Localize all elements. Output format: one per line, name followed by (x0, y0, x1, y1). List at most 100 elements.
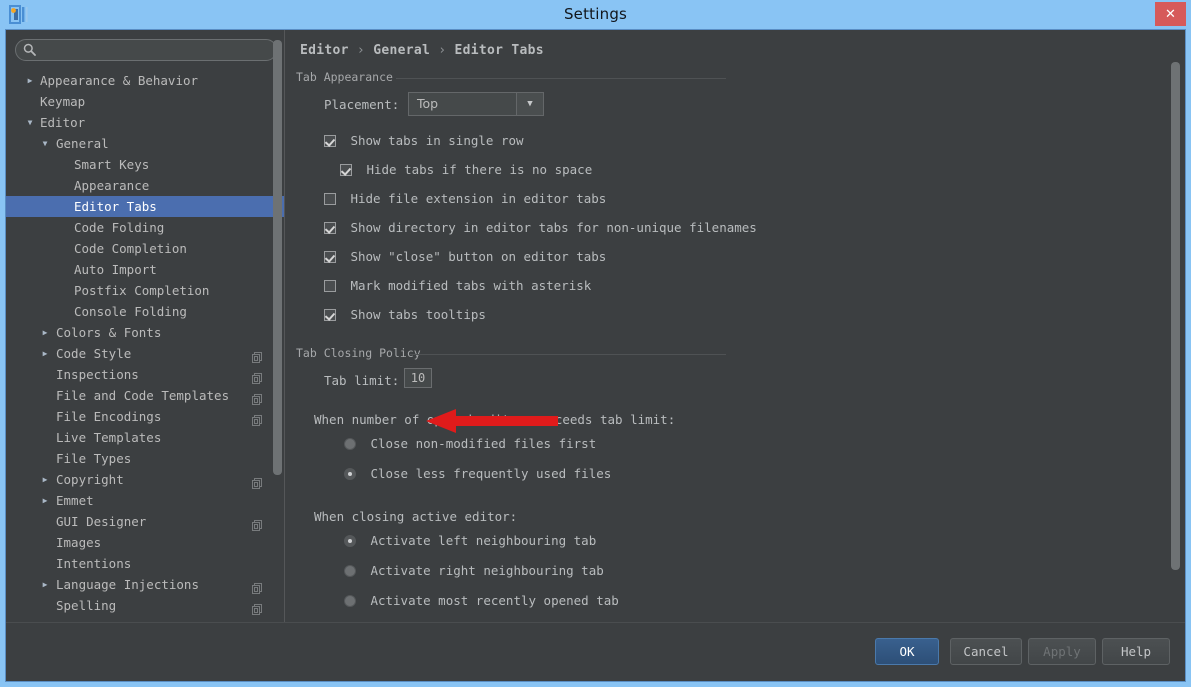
checkbox-icon[interactable] (324, 222, 336, 234)
settings-sidebar: ▶ Appearance & Behavior Keymap ▼ Editor ▼ Gene… (6, 30, 285, 622)
sidebar-item-general[interactable]: ▼ General (6, 133, 284, 154)
tree-twisty-icon[interactable]: ▶ (39, 574, 51, 595)
checkbox-label: Hide tabs if there is no space (366, 162, 593, 177)
breadcrumb: Editor › General › Editor Tabs (300, 43, 544, 58)
project-scope-icon (252, 411, 262, 426)
checkbox-row[interactable]: Show tabs in single row (324, 133, 524, 148)
checkbox-icon[interactable] (324, 280, 336, 292)
tree-twisty-icon[interactable]: ▶ (24, 70, 36, 91)
radio-row[interactable]: Activate most recently opened tab (344, 593, 619, 608)
sidebar-item-keymap[interactable]: Keymap (6, 91, 284, 112)
radio-row[interactable]: Close less frequently used files (344, 466, 611, 481)
tree-twisty-icon[interactable]: ▼ (39, 133, 51, 154)
sidebar-item-intentions[interactable]: Intentions (6, 553, 284, 574)
sidebar-item-appearance[interactable]: Appearance (6, 175, 284, 196)
sidebar-item-editor[interactable]: ▼ Editor (6, 112, 284, 133)
checkbox-row[interactable]: Hide tabs if there is no space (340, 162, 592, 177)
settings-tree[interactable]: ▶ Appearance & Behavior Keymap ▼ Editor ▼ Gene… (6, 70, 284, 622)
radio-row[interactable]: Activate right neighbouring tab (344, 563, 604, 578)
sidebar-item-label: Auto Import (74, 262, 157, 277)
search-icon (23, 43, 36, 56)
sidebar-item-appearance-behavior[interactable]: ▶ Appearance & Behavior (6, 70, 284, 91)
tree-twisty-icon[interactable]: ▶ (39, 469, 51, 490)
sidebar-item-smart-keys[interactable]: Smart Keys (6, 154, 284, 175)
sidebar-item-label: General (56, 136, 109, 151)
checkbox-row[interactable]: Show directory in editor tabs for non-un… (324, 220, 757, 235)
tree-twisty-icon[interactable]: ▶ (39, 322, 51, 343)
sidebar-item-code-style[interactable]: ▶ Code Style (6, 343, 284, 364)
sidebar-item-label: Emmet (56, 493, 94, 508)
checkbox-icon[interactable] (324, 193, 336, 205)
sidebar-item-label: GUI Designer (56, 514, 147, 529)
radio-row[interactable]: Close non-modified files first (344, 436, 596, 451)
cancel-button[interactable]: Cancel (950, 638, 1022, 665)
checkbox-row[interactable]: Hide file extension in editor tabs (324, 191, 606, 206)
sidebar-item-postfix-completion[interactable]: Postfix Completion (6, 280, 284, 301)
sidebar-item-inspections[interactable]: Inspections (6, 364, 284, 385)
red-left-arrow (426, 408, 558, 434)
tab-limit-input[interactable]: 10 (404, 368, 432, 388)
ok-button[interactable]: OK (875, 638, 939, 665)
tab-appearance-group: Tab Appearance Placement: Top ▼ Show tab… (296, 70, 757, 330)
breadcrumb-part-editor[interactable]: Editor (300, 43, 349, 58)
tree-twisty-icon[interactable]: ▼ (24, 112, 36, 133)
sidebar-item-code-folding[interactable]: Code Folding (6, 217, 284, 238)
radio-label: Activate most recently opened tab (370, 593, 619, 608)
detail-scrollbar-thumb[interactable] (1171, 62, 1180, 570)
sidebar-item-editor-tabs[interactable]: Editor Tabs (6, 196, 284, 217)
tree-twisty-icon[interactable]: ▶ (39, 490, 51, 511)
checkbox-label: Show directory in editor tabs for non-un… (350, 220, 757, 235)
radio-label: Close non-modified files first (370, 436, 597, 451)
checkbox-row[interactable]: Mark modified tabs with asterisk (324, 278, 591, 293)
sidebar-item-file-types[interactable]: File Types (6, 448, 284, 469)
checkbox-icon[interactable] (324, 251, 336, 263)
sidebar-item-file-and-code-templates[interactable]: File and Code Templates (6, 385, 284, 406)
chevron-down-icon[interactable]: ▼ (516, 93, 543, 115)
help-button[interactable]: Help (1102, 638, 1170, 665)
search-field-wrapper (15, 39, 277, 61)
sidebar-item-code-completion[interactable]: Code Completion (6, 238, 284, 259)
radio-icon[interactable] (344, 595, 356, 607)
search-input[interactable] (41, 40, 273, 60)
radio-row[interactable]: Activate left neighbouring tab (344, 533, 596, 548)
sidebar-item-label: Appearance & Behavior (40, 73, 199, 88)
sidebar-item-spelling[interactable]: Spelling (6, 595, 284, 616)
sidebar-item-label: Code Folding (74, 220, 165, 235)
sidebar-item-label: Live Templates (56, 430, 162, 445)
closing-active-editor-label: When closing active editor: (314, 509, 518, 524)
sidebar-item-label: Inspections (56, 367, 139, 382)
placement-value: Top (417, 96, 439, 111)
radio-icon[interactable] (344, 565, 356, 577)
checkbox-icon[interactable] (340, 164, 352, 176)
checkbox-icon[interactable] (324, 135, 336, 147)
checkbox-label: Show tabs tooltips (350, 307, 486, 322)
radio-icon[interactable] (344, 438, 356, 450)
sidebar-item-file-encodings[interactable]: File Encodings (6, 406, 284, 427)
sidebar-item-console-folding[interactable]: Console Folding (6, 301, 284, 322)
breadcrumb-part-general[interactable]: General (373, 43, 430, 58)
checkbox-icon[interactable] (324, 309, 336, 321)
project-scope-icon (252, 369, 262, 384)
sidebar-item-live-templates[interactable]: Live Templates (6, 427, 284, 448)
sidebar-scrollbar-thumb[interactable] (273, 40, 282, 475)
sidebar-item-language-injections[interactable]: ▶ Language Injections (6, 574, 284, 595)
sidebar-item-label: Language Injections (56, 577, 199, 592)
placement-dropdown[interactable]: Top ▼ (408, 92, 544, 116)
project-scope-icon (252, 516, 262, 531)
sidebar-item-label: Editor (40, 115, 86, 130)
close-icon[interactable]: ✕ (1155, 2, 1186, 26)
checkbox-row[interactable]: Show tabs tooltips (324, 307, 486, 322)
radio-icon[interactable] (344, 535, 356, 547)
tree-twisty-icon[interactable]: ▶ (39, 343, 51, 364)
sidebar-item-label: File Encodings (56, 409, 162, 424)
sidebar-item-emmet[interactable]: ▶ Emmet (6, 490, 284, 511)
sidebar-item-colors-fonts[interactable]: ▶ Colors & Fonts (6, 322, 284, 343)
settings-window: Settings ✕ ▶ Appearance & Behavior Keyma… (0, 0, 1191, 687)
radio-label: Activate left neighbouring tab (370, 533, 597, 548)
checkbox-row[interactable]: Show "close" button on editor tabs (324, 249, 606, 264)
sidebar-item-copyright[interactable]: ▶ Copyright (6, 469, 284, 490)
radio-icon[interactable] (344, 468, 356, 480)
sidebar-item-auto-import[interactable]: Auto Import (6, 259, 284, 280)
sidebar-item-gui-designer[interactable]: GUI Designer (6, 511, 284, 532)
sidebar-item-images[interactable]: Images (6, 532, 284, 553)
